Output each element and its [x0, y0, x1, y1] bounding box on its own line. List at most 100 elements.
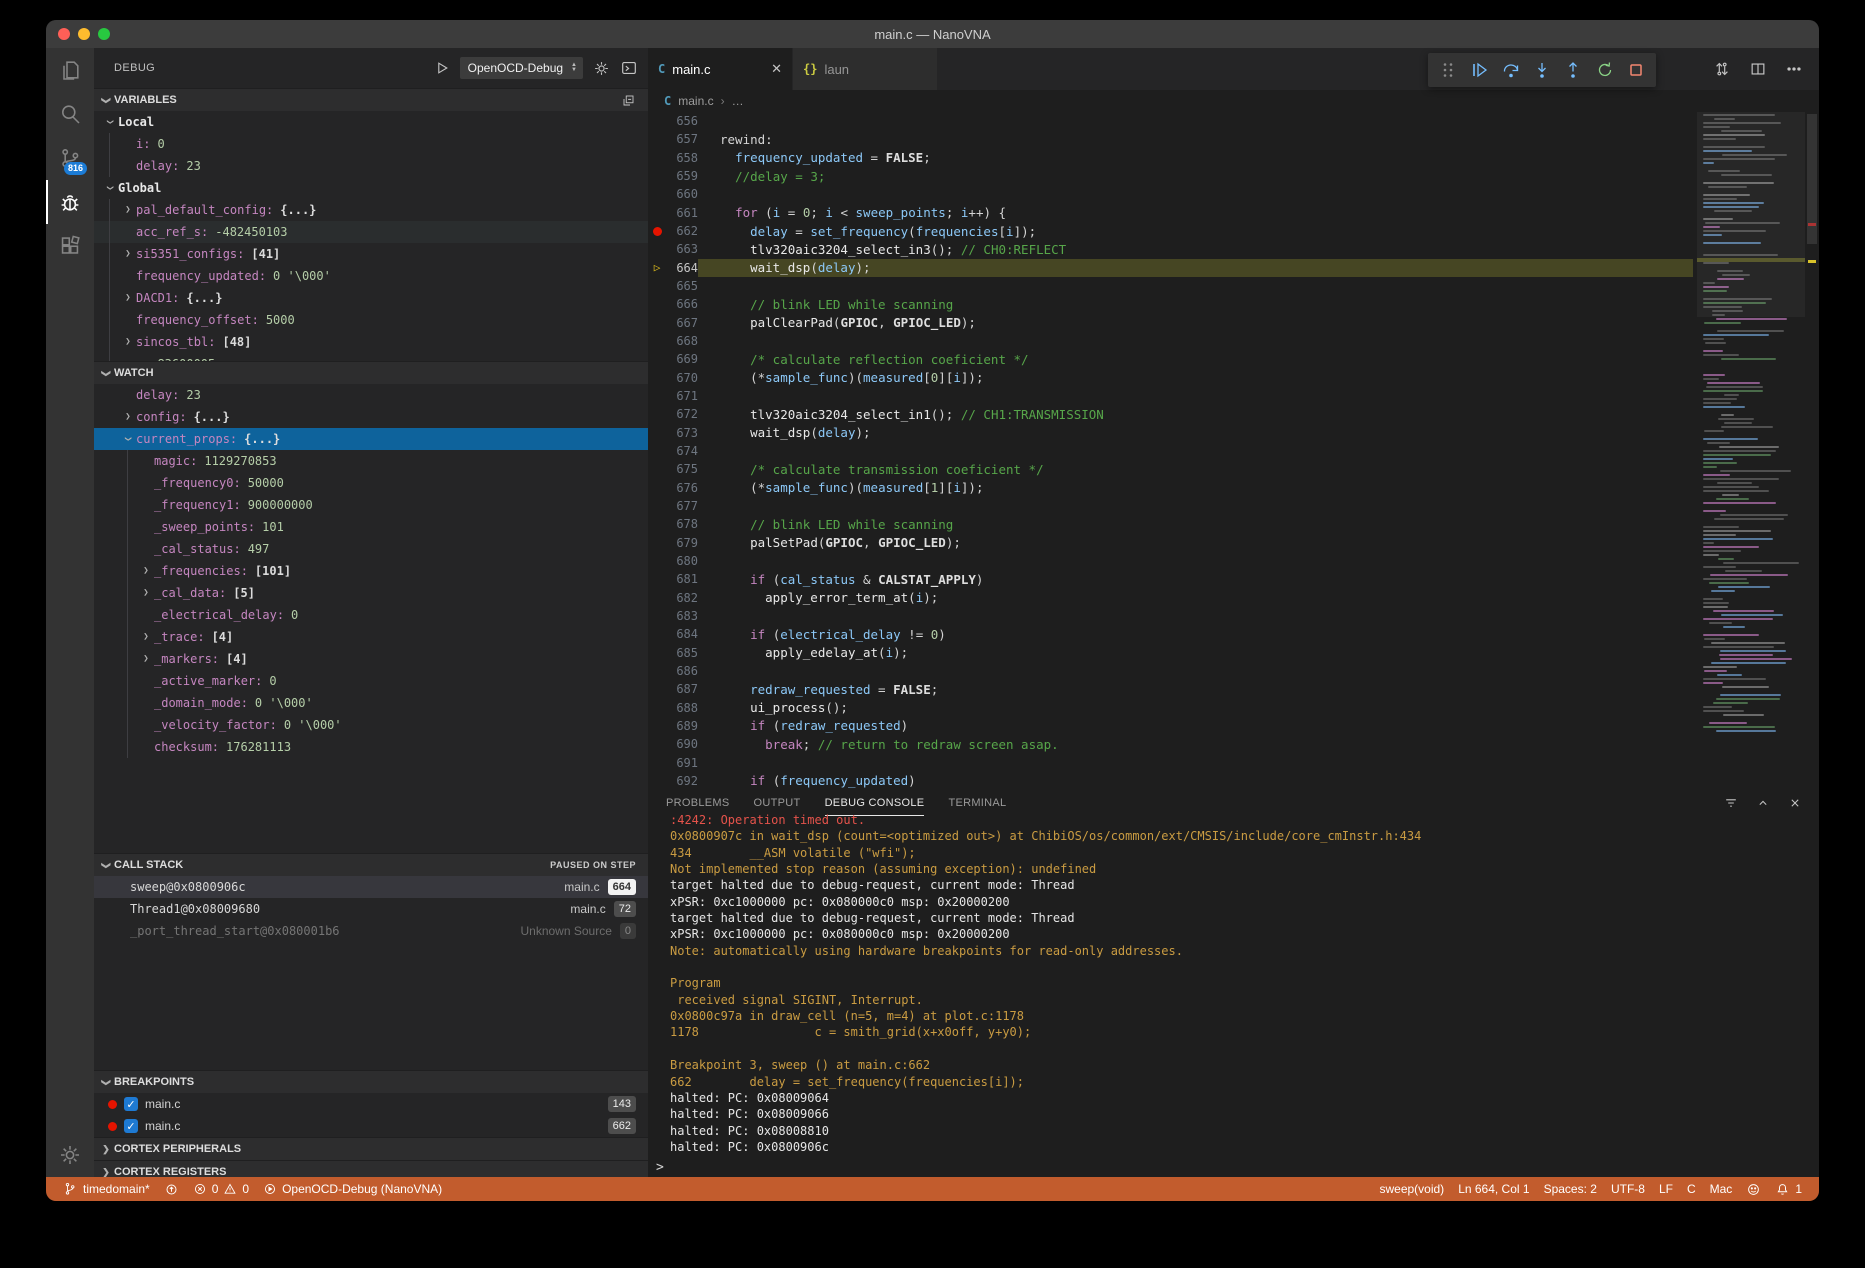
- gutter[interactable]: 674: [648, 444, 698, 458]
- code-line-672[interactable]: 672 tlv320aic3204_select_in1(); // CH1:T…: [648, 405, 1693, 423]
- close-panel-icon[interactable]: [1787, 795, 1803, 811]
- stack-frame[interactable]: _port_thread_start@0x080001b6Unknown Sou…: [94, 920, 648, 942]
- variable-row[interactable]: DACD1:{...}: [94, 287, 648, 309]
- code-line-688[interactable]: 688 ui_process();: [648, 699, 1693, 717]
- code-line-675[interactable]: 675 /* calculate transmission coeficient…: [648, 460, 1693, 478]
- gutter[interactable]: 681: [648, 572, 698, 586]
- status-encoding[interactable]: UTF-8: [1604, 1177, 1652, 1201]
- zoom-window-button[interactable]: [98, 28, 110, 40]
- gutter[interactable]: 664: [648, 261, 698, 275]
- gutter[interactable]: 672: [648, 407, 698, 421]
- code-line-687[interactable]: 687 redraw_requested = FALSE;: [648, 680, 1693, 698]
- code-line-691[interactable]: 691: [648, 753, 1693, 771]
- more-actions-icon[interactable]: [1785, 60, 1803, 78]
- code-line-667[interactable]: 667 palClearPad(GPIOC, GPIOC_LED);: [648, 314, 1693, 332]
- gutter[interactable]: 683: [648, 609, 698, 623]
- code-line-685[interactable]: 685 apply_edelay_at(i);: [648, 644, 1693, 662]
- gutter[interactable]: 671: [648, 389, 698, 403]
- scope-row[interactable]: Global: [94, 177, 648, 199]
- step-over-button[interactable]: [1499, 58, 1523, 82]
- chevron-down-icon[interactable]: [102, 183, 118, 193]
- call-stack-section-header[interactable]: CALL STACK PAUSED ON STEP: [94, 853, 648, 876]
- gutter[interactable]: 690: [648, 737, 698, 751]
- gutter[interactable]: 678: [648, 517, 698, 531]
- gutter[interactable]: 657: [648, 132, 698, 146]
- gutter[interactable]: 668: [648, 334, 698, 348]
- filter-icon[interactable]: [1723, 795, 1739, 811]
- editor-tab-launch.json[interactable]: {}laun: [793, 48, 938, 90]
- variable-row[interactable]: delay:23: [94, 155, 648, 177]
- gutter[interactable]: 680: [648, 554, 698, 568]
- status-branch[interactable]: timedomain*: [56, 1177, 157, 1201]
- code-line-686[interactable]: 686: [648, 662, 1693, 680]
- minimize-window-button[interactable]: [78, 28, 90, 40]
- launch-config-dropdown[interactable]: OpenOCD-Debug ▲▼: [460, 57, 583, 79]
- close-window-button[interactable]: [58, 28, 70, 40]
- code-line-683[interactable]: 683: [648, 607, 1693, 625]
- variable-row[interactable]: _frequency0:50000: [94, 472, 648, 494]
- step-into-button[interactable]: [1530, 58, 1554, 82]
- gutter[interactable]: 682: [648, 591, 698, 605]
- status-symbol[interactable]: sweep(void): [1372, 1177, 1451, 1201]
- variable-row[interactable]: _sweep_points:101: [94, 516, 648, 538]
- code-line-680[interactable]: 680: [648, 552, 1693, 570]
- status-eol[interactable]: LF: [1652, 1177, 1680, 1201]
- status-indentation[interactable]: Spaces: 2: [1537, 1177, 1604, 1201]
- breakpoint-checkbox[interactable]: [124, 1119, 138, 1133]
- code-line-666[interactable]: 666 // blink LED while scanning: [648, 295, 1693, 313]
- chevron-right-icon[interactable]: [138, 654, 154, 664]
- open-changes-icon[interactable]: [1713, 60, 1731, 78]
- chevron-right-icon[interactable]: [120, 412, 136, 422]
- status-language-mode[interactable]: C: [1680, 1177, 1703, 1201]
- gutter[interactable]: 686: [648, 664, 698, 678]
- variable-row[interactable]: checksum:176281113: [94, 736, 648, 758]
- variable-row[interactable]: _active_marker:0: [94, 670, 648, 692]
- gutter[interactable]: 675: [648, 462, 698, 476]
- variable-row[interactable]: current_props:{...}: [94, 428, 648, 450]
- gutter[interactable]: 658: [648, 151, 698, 165]
- activity-bar-settings-gear-icon[interactable]: [46, 1133, 94, 1177]
- gutter[interactable]: 662: [648, 224, 698, 238]
- breakpoint-checkbox[interactable]: [124, 1097, 138, 1111]
- stack-frame[interactable]: Thread1@0x08009680main.c72: [94, 898, 648, 920]
- code-line-664[interactable]: 664 wait_dsp(delay);: [648, 259, 1693, 277]
- code-line-673[interactable]: 673 wait_dsp(delay);: [648, 424, 1693, 442]
- gutter[interactable]: 666: [648, 297, 698, 311]
- chevron-right-icon[interactable]: [138, 588, 154, 598]
- gutter[interactable]: 669: [648, 352, 698, 366]
- code-line-678[interactable]: 678 // blink LED while scanning: [648, 515, 1693, 533]
- code-line-677[interactable]: 677: [648, 497, 1693, 515]
- stop-button[interactable]: [1624, 58, 1648, 82]
- code-line-656[interactable]: 656: [648, 112, 1693, 130]
- gutter[interactable]: 685: [648, 646, 698, 660]
- variable-row[interactable]: _domain_mode:0 '\000': [94, 692, 648, 714]
- gutter[interactable]: 660: [648, 187, 698, 201]
- gutter[interactable]: 687: [648, 682, 698, 696]
- gutter[interactable]: 656: [648, 114, 698, 128]
- chevron-right-icon[interactable]: [120, 249, 136, 259]
- breadcrumb[interactable]: C main.c …: [648, 90, 1819, 112]
- variable-row[interactable]: pal_default_config:{...}: [94, 199, 648, 221]
- chevron-right-icon[interactable]: [120, 293, 136, 303]
- code-line-661[interactable]: 661 for (i = 0; i < sweep_points; i++) {: [648, 204, 1693, 222]
- status-cursor-position[interactable]: Ln 664, Col 1: [1451, 1177, 1536, 1201]
- start-debug-button[interactable]: [434, 60, 450, 76]
- code-line-681[interactable]: 681 if (cal_status & CALSTAT_APPLY): [648, 570, 1693, 588]
- variable-row[interactable]: _markers:[4]: [94, 648, 648, 670]
- breakpoint-dot-icon[interactable]: [653, 227, 662, 236]
- variable-row[interactable]: _frequency1:900000000: [94, 494, 648, 516]
- gutter[interactable]: 663: [648, 242, 698, 256]
- code-line-669[interactable]: 669 /* calculate reflection coeficient *…: [648, 350, 1693, 368]
- gutter[interactable]: 670: [648, 371, 698, 385]
- status-sync[interactable]: [157, 1177, 186, 1201]
- code-line-665[interactable]: 665: [648, 277, 1693, 295]
- collapse-all-icon[interactable]: [621, 93, 648, 108]
- scope-row[interactable]: Local: [94, 111, 648, 133]
- code-line-692[interactable]: 692 if (frequency_updated): [648, 772, 1693, 790]
- code-line-662[interactable]: 662 delay = set_frequency(frequencies[i]…: [648, 222, 1693, 240]
- drag-handle-icon[interactable]: [1436, 58, 1460, 82]
- gutter[interactable]: 661: [648, 206, 698, 220]
- status-debug-status[interactable]: OpenOCD-Debug (NanoVNA): [256, 1177, 449, 1201]
- gutter[interactable]: 659: [648, 169, 698, 183]
- variable-row[interactable]: frequency_offset:5000: [94, 309, 648, 331]
